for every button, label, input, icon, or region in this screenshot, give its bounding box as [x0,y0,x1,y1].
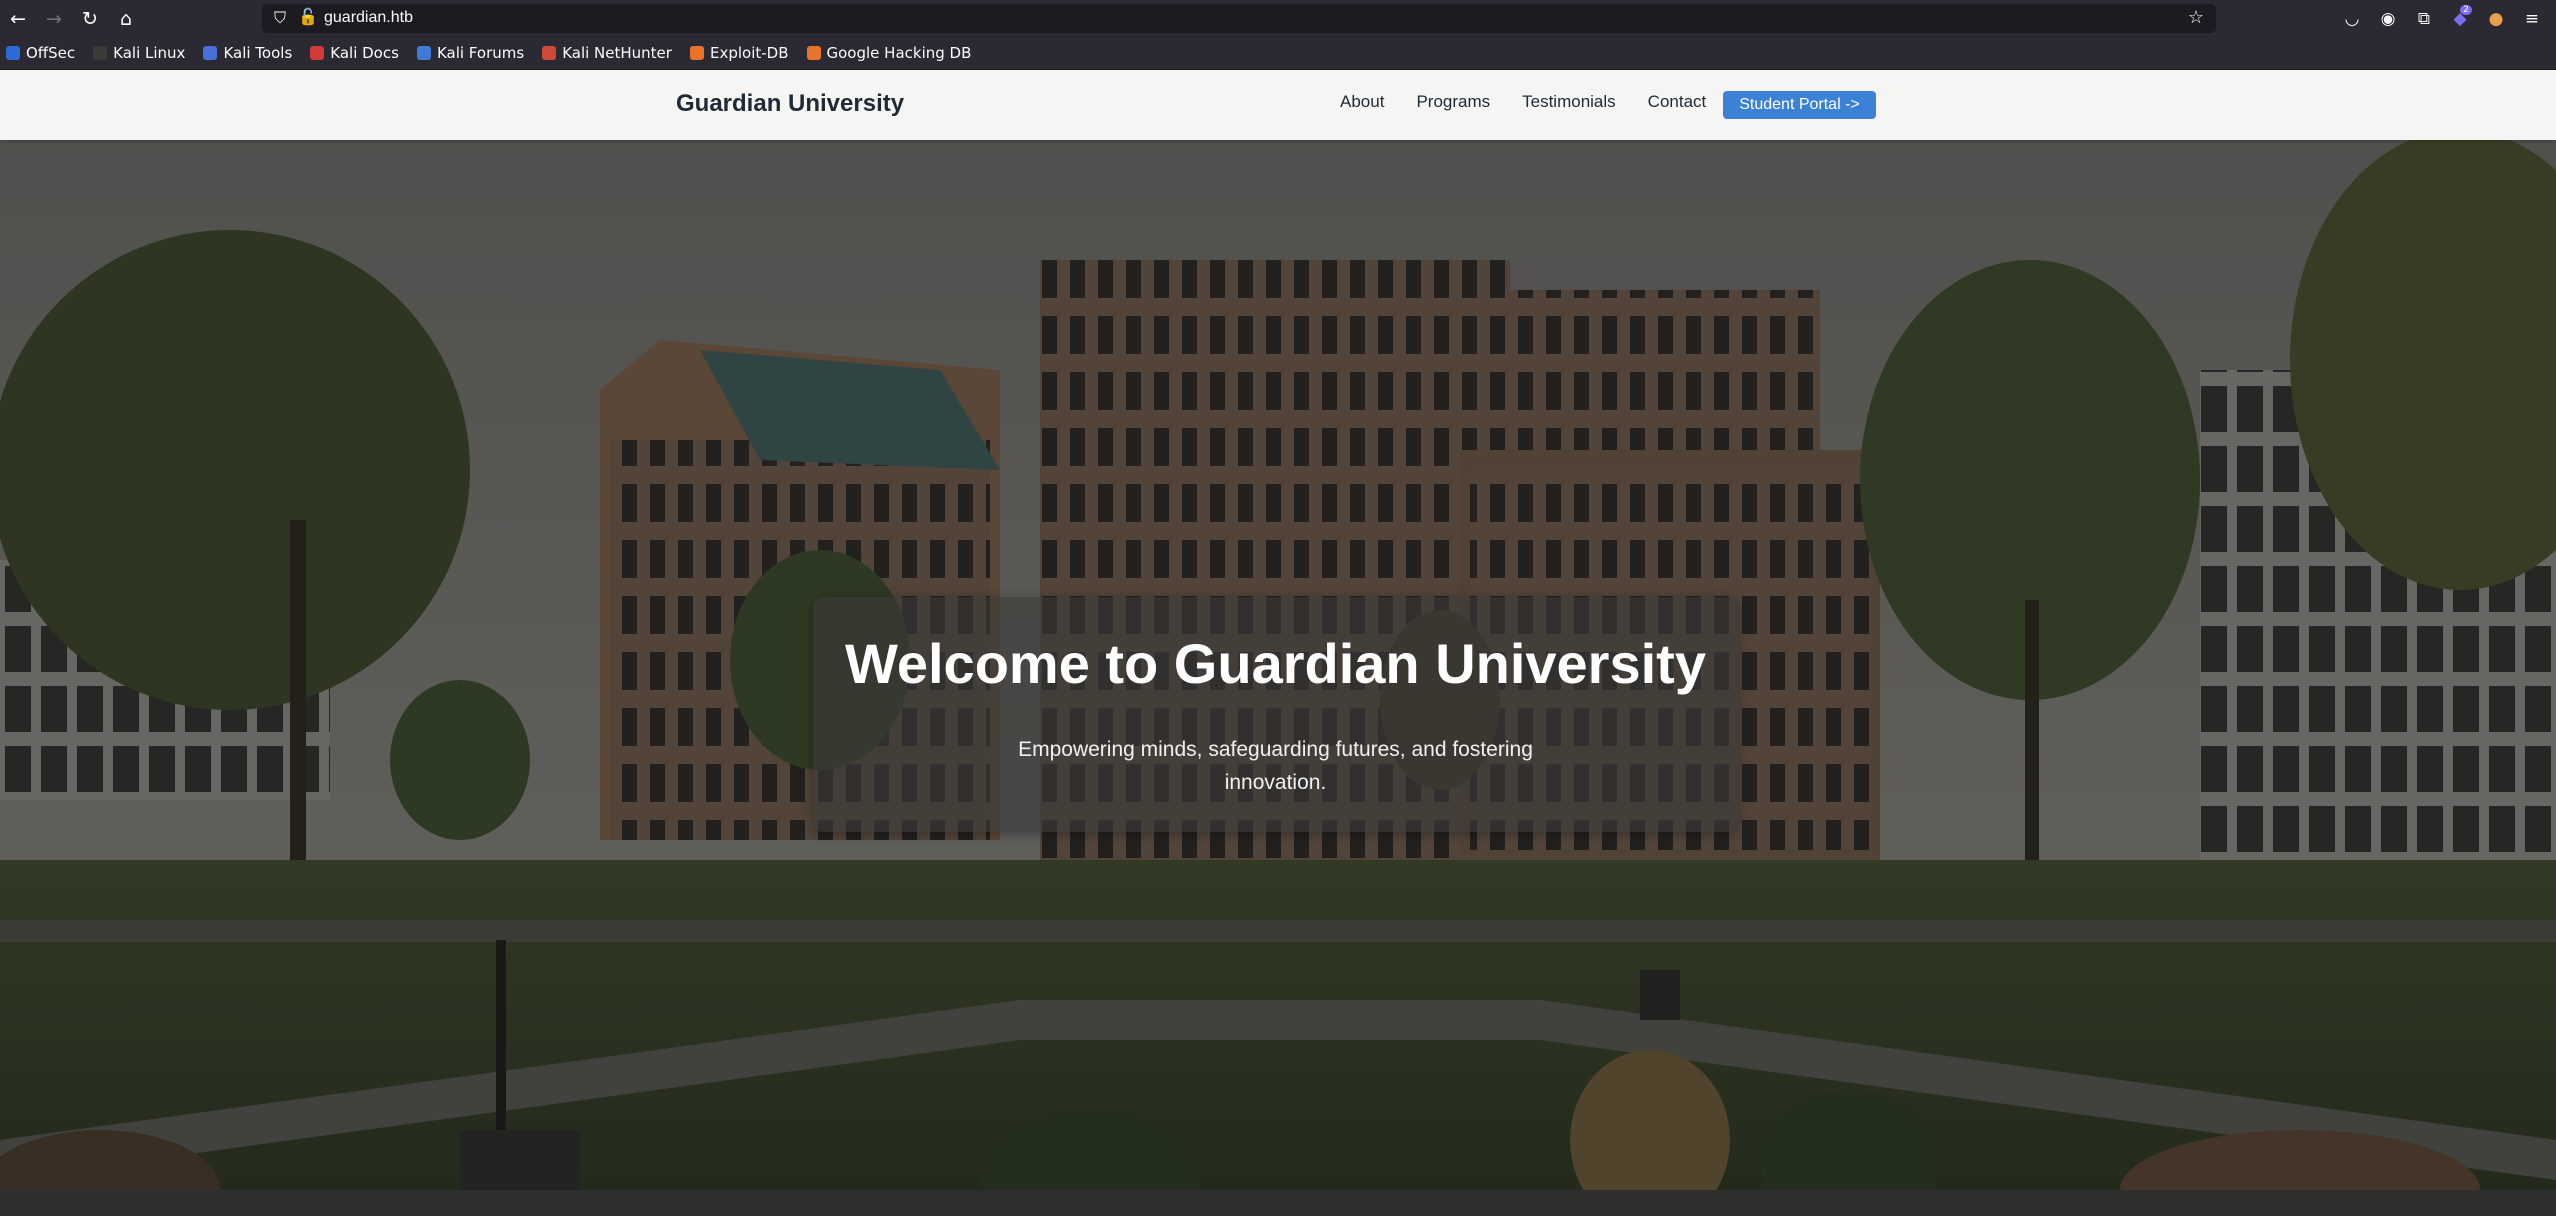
site-header: Guardian University About Programs Testi… [0,70,2556,140]
bookmark-kali-docs[interactable]: Kali Docs [310,44,399,62]
bookmark-kali-nethunter[interactable]: Kali NetHunter [542,44,672,62]
offsec-icon [6,46,20,60]
student-portal-button[interactable]: Student Portal -> [1723,91,1876,119]
browser-toolbar: ← → ↻ ⌂ ⛉ 🔓 guardian.htb ☆ ◡ ◉ ⧉ ◆ 2 ● ≡ [0,0,2556,37]
kali-docs-icon [310,46,325,60]
bookmark-label: Kali NetHunter [562,44,672,62]
extensions-icon[interactable]: ⧉ [2410,5,2438,33]
site-nav: About Programs Testimonials Contact [1340,92,1738,112]
back-icon[interactable]: ← [0,1,36,37]
tracking-shield-icon[interactable]: ⛉ [274,8,286,28]
nav-testimonials[interactable]: Testimonials [1522,92,1616,112]
nav-programs[interactable]: Programs [1416,92,1490,112]
hero-section: Welcome to Guardian University Empowerin… [0,140,2556,1216]
exploit-db-icon [689,46,704,60]
bookmark-kali-forums[interactable]: Kali Forums [416,44,525,62]
kali-forums-icon [416,46,431,60]
bookmark-label: Exploit-DB [709,44,789,62]
bookmark-star-icon[interactable]: ☆ [2188,7,2204,28]
google-hacking-db-icon [806,46,821,60]
nav-about[interactable]: About [1340,92,1384,112]
url-text[interactable]: guardian.htb [324,9,413,27]
nav-contact[interactable]: Contact [1648,92,1707,112]
kali-linux-icon [93,46,108,60]
extension-badge: 2 [2460,4,2472,15]
hero-subtitle: Empowering minds, safeguarding futures, … [1018,738,1533,794]
web-page: Guardian University About Programs Testi… [0,70,2556,1216]
kali-tools-icon [203,46,218,60]
bookmark-offsec[interactable]: OffSec [6,44,75,62]
account-icon[interactable]: ◉ [2374,5,2402,33]
kali-nethunter-icon [542,46,557,60]
toolbar-right-icons: ◡ ◉ ⧉ ◆ 2 ● ≡ [2338,0,2546,37]
cookie-extension-icon[interactable]: ● [2482,5,2510,33]
bookmark-google-hacking-db[interactable]: Google Hacking DB [806,44,972,62]
bookmark-kali-linux[interactable]: Kali Linux [93,44,185,62]
hero-card: Welcome to Guardian University Empowerin… [813,597,1738,832]
url-bar[interactable]: ⛉ 🔓 guardian.htb ☆ [262,4,2216,33]
bookmarks-bar: OffSec Kali Linux Kali Tools Kali Docs K… [0,37,2556,70]
home-icon[interactable]: ⌂ [108,1,144,37]
site-brand[interactable]: Guardian University [676,90,904,118]
forward-icon[interactable]: → [36,1,72,37]
bookmark-exploit-db[interactable]: Exploit-DB [689,44,789,62]
bookmark-label: OffSec [26,44,76,62]
reload-icon[interactable]: ↻ [72,1,108,37]
pocket-icon[interactable]: ◡ [2338,5,2366,33]
extension-icon[interactable]: ◆ 2 [2446,4,2474,33]
menu-icon[interactable]: ≡ [2518,5,2546,33]
hero-title: Welcome to Guardian University [845,632,1706,695]
insecure-lock-icon[interactable]: 🔓 [298,7,318,26]
bookmark-label: Kali Tools [223,44,293,62]
bookmark-label: Kali Docs [330,44,399,62]
bookmark-label: Kali Forums [436,44,525,62]
bookmark-label: Kali Linux [113,44,186,62]
bookmark-kali-tools[interactable]: Kali Tools [203,44,292,62]
bookmark-label: Google Hacking DB [826,44,972,62]
